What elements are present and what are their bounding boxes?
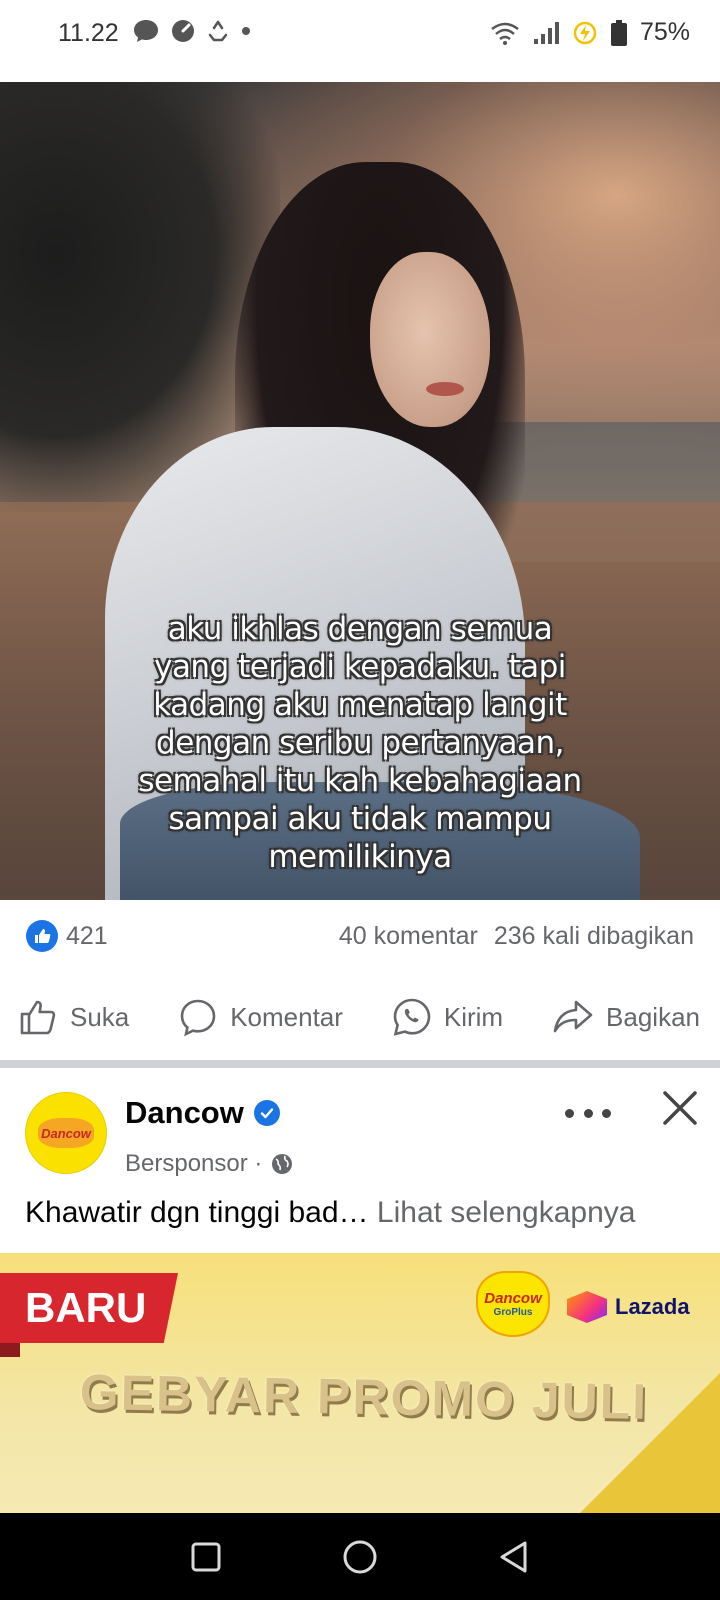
lazada-logo: Lazada — [567, 1291, 690, 1323]
message-icon — [134, 20, 158, 42]
sponsor-name-row: Dancow — [125, 1095, 280, 1131]
quote-line: yang terjadi kepadaku. tapi — [154, 649, 566, 685]
wifi-icon — [491, 22, 519, 45]
promo-title: GEBYAR PROMO JULI — [79, 1364, 649, 1430]
more-dot — [602, 1108, 611, 1118]
dancow-gro-plus-logo: Dancow GroPlus — [476, 1271, 550, 1337]
quote-line: dengan seribu pertanyaan, — [156, 725, 564, 761]
home-button[interactable] — [342, 1539, 378, 1575]
more-dot — [565, 1108, 574, 1118]
ad-caption: Khawatir dgn tinggi bad… Lihat selengkap… — [25, 1196, 635, 1230]
post-action-row: Suka Komentar Kirim Bagikan — [0, 982, 720, 1052]
battery-percentage: 75% — [639, 18, 690, 46]
recycle-icon — [208, 20, 228, 42]
send-button[interactable]: Kirim — [392, 997, 503, 1037]
like-reaction-icon[interactable] — [26, 920, 58, 952]
back-triangle-icon — [500, 1541, 527, 1572]
quote-line: sampai aku tidak mampu — [168, 801, 552, 837]
close-icon — [663, 1091, 697, 1125]
sponsored-post-header: Dancow Dancow Bersponsor · — [0, 1068, 720, 1188]
share-count[interactable]: 236 kali dibagikan — [494, 922, 694, 951]
android-navigation-bar — [0, 1513, 720, 1600]
quote-line: aku ikhlas dengan semua — [167, 611, 553, 647]
ad-banner-image[interactable]: BARU Dancow GroPlus Lazada GEBYAR PROMO … — [0, 1253, 720, 1513]
woman-face — [370, 252, 490, 427]
share-button[interactable]: Bagikan — [552, 997, 700, 1037]
hide-post-button[interactable] — [660, 1088, 700, 1133]
sponsored-label: Bersponsor · — [125, 1150, 263, 1177]
sponsor-name[interactable]: Dancow — [125, 1095, 244, 1131]
dot-icon — [242, 27, 250, 35]
signal-icon — [533, 21, 559, 44]
globe-icon — [272, 1154, 293, 1174]
square-icon — [191, 1542, 221, 1571]
see-more-link[interactable]: Lihat selengkapnya — [377, 1196, 636, 1229]
stats-right: 40 komentar 236 kali dibagikan — [339, 922, 694, 951]
sponsor-subtitle-row: Bersponsor · — [125, 1150, 294, 1178]
comment-bubble-icon — [180, 999, 216, 1037]
comment-label: Komentar — [230, 1001, 343, 1032]
ribbon-text: BARU — [25, 1284, 147, 1331]
quote-line: semahal itu kah kebahagiaan — [138, 763, 582, 799]
circle-icon — [343, 1540, 377, 1573]
groplus-logo-text: GroPlus — [493, 1307, 533, 1318]
like-button[interactable]: Suka — [18, 997, 129, 1037]
like-label: Suka — [70, 1001, 130, 1032]
ad-caption-text: Khawatir dgn tinggi bad… — [25, 1196, 369, 1229]
comment-button[interactable]: Komentar — [178, 997, 343, 1037]
ribbon-fold — [0, 1343, 20, 1357]
send-label: Kirim — [443, 1001, 504, 1032]
quote-line: memilikinya — [268, 839, 452, 875]
lazada-text: Lazada — [615, 1294, 690, 1319]
verified-badge-icon — [253, 1100, 280, 1126]
quote-line: kadang aku menatap langit — [153, 687, 567, 723]
share-arrow-icon — [553, 1000, 593, 1033]
more-options-button[interactable] — [565, 1098, 611, 1128]
whatsapp-icon — [393, 998, 431, 1036]
status-time: 11.22 — [58, 19, 119, 47]
reaction-stats-row: 421 40 komentar 236 kali dibagikan — [0, 900, 720, 972]
share-label: Bagikan — [606, 1001, 700, 1032]
status-bar: 11.22 75% — [0, 0, 720, 68]
status-right-icons: 75% — [490, 18, 690, 47]
lazada-icon — [567, 1291, 607, 1323]
back-button[interactable] — [498, 1540, 530, 1574]
dancow-avatar-logo: Dancow — [38, 1118, 94, 1148]
woman-lips — [426, 382, 464, 396]
baru-ribbon: BARU — [0, 1273, 178, 1343]
avatar[interactable]: Dancow — [25, 1092, 107, 1174]
speedometer-icon — [172, 20, 194, 42]
battery-icon — [610, 19, 627, 46]
dancow-logo-text: Dancow — [484, 1290, 542, 1307]
recent-apps-button[interactable] — [190, 1541, 222, 1573]
comment-count[interactable]: 40 komentar — [339, 922, 478, 951]
status-left-icons — [132, 18, 252, 44]
like-count[interactable]: 421 — [66, 922, 108, 951]
thumbs-up-icon — [20, 1000, 56, 1035]
image-quote: aku ikhlas dengan semua yang terjadi kep… — [60, 610, 660, 876]
charging-icon — [573, 21, 597, 44]
post-image[interactable]: aku ikhlas dengan semua yang terjadi kep… — [0, 82, 720, 900]
post-separator — [0, 1060, 720, 1068]
more-dot — [583, 1108, 593, 1118]
